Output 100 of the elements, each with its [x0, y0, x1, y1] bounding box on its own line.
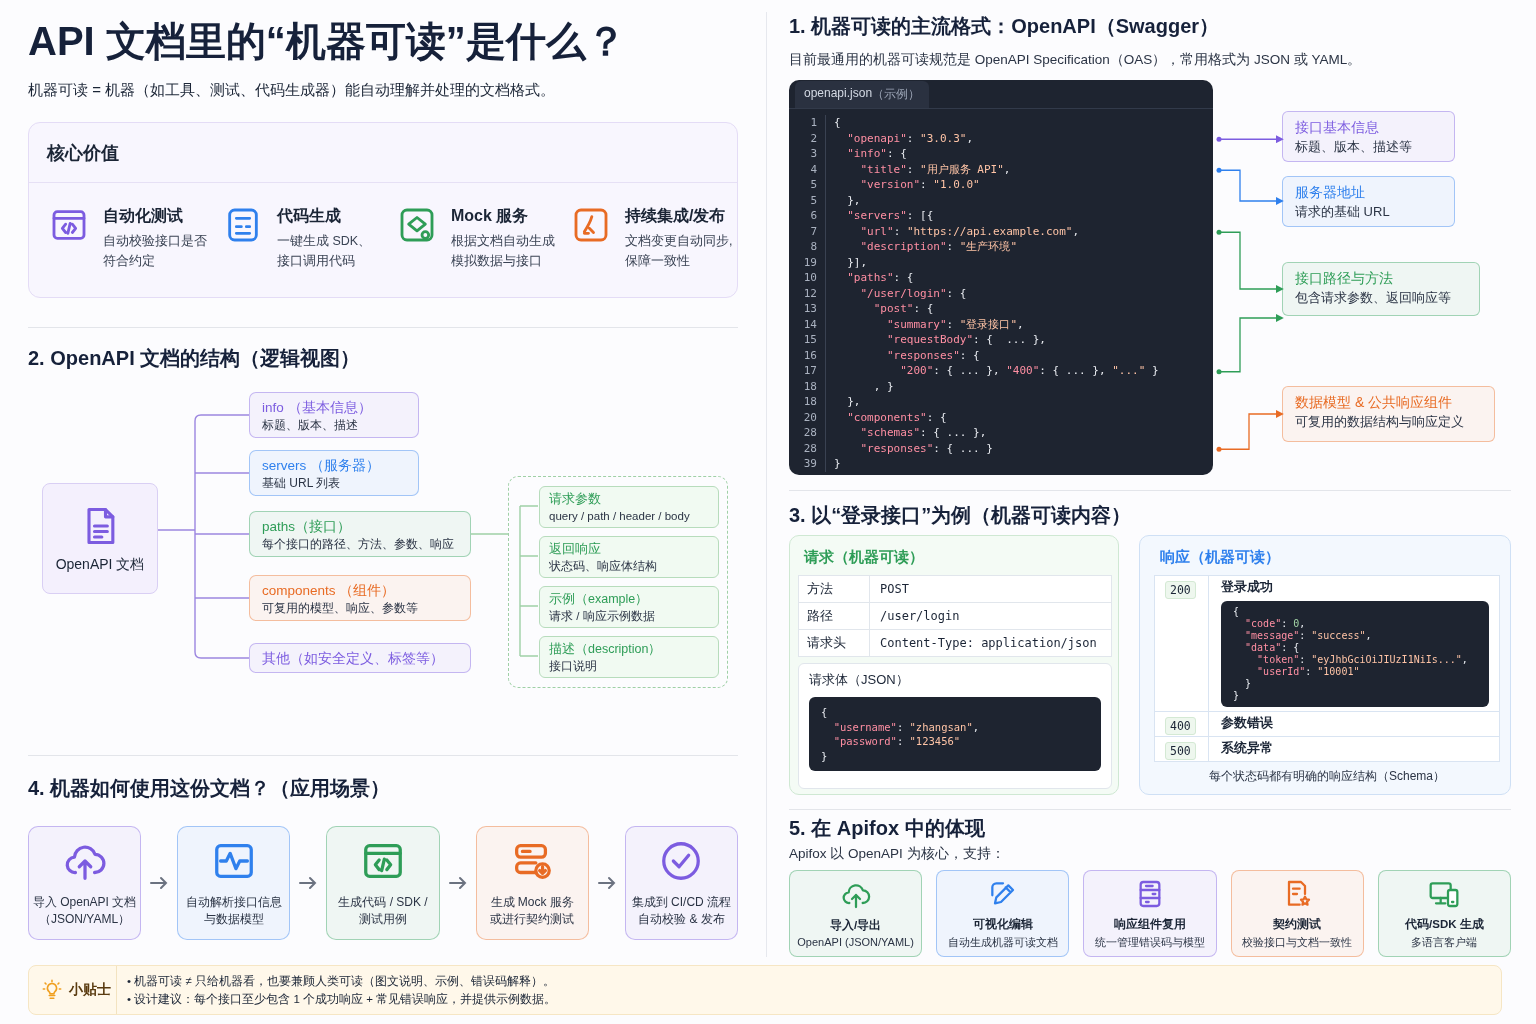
line-number: 18 [789, 394, 826, 410]
child-description: 状态码、响应体结构 [549, 559, 658, 574]
feature-description: 多语言客户端 [1411, 934, 1478, 950]
callout-description: 可复用的数据结构与响应定义 [1295, 413, 1465, 431]
line-number: 14 [789, 316, 826, 332]
code-line: "servers": [{ [846, 208, 934, 224]
section-heading: 3. 以“登录接口”为例（机器可读内容） [789, 503, 1133, 528]
code-line: "components": { [846, 409, 947, 425]
step-label: 导入 OpenAPI 文档 [32, 894, 137, 911]
child-title: 返回响应 [549, 541, 602, 558]
branch-title: info （基本信息） [262, 399, 373, 417]
child-title: 示例（example） [549, 591, 650, 608]
file-tab[interactable]: openapi.json（示例） [795, 81, 930, 108]
value-title: 代码生成 [277, 206, 342, 226]
line-number: 4 [789, 161, 826, 177]
branch-description: 可复用的模型、响应、参数等 [262, 600, 419, 617]
line-number: 19 [789, 254, 826, 270]
section-heading: 5. 在 Apifox 中的体现 [789, 816, 986, 841]
feature-description: OpenAPI (JSON/YAML) [797, 936, 914, 948]
callout-description: 包含请求参数、返回响应等 [1295, 289, 1452, 307]
step-label: 自动解析接口信息 [185, 894, 282, 911]
feature-title: 响应组件复用 [1114, 916, 1186, 932]
status-code: 200 [1165, 581, 1196, 599]
value-description: 模拟数据与接口 [451, 253, 543, 270]
code-line: } [833, 456, 841, 472]
code-line: }, [846, 192, 861, 208]
code-line: "responses": { ... } [859, 440, 993, 456]
line-number: 7 [789, 223, 826, 239]
value-title: 持续集成/发布 [625, 206, 727, 226]
line-number: 18 [789, 378, 826, 394]
field-value: POST [879, 582, 909, 596]
field-label: 方法 [799, 576, 870, 602]
lightbulb-icon [41, 979, 63, 1001]
branch-title: components （组件） [262, 582, 397, 600]
root-label: OpenAPI 文档 [55, 555, 145, 574]
response-note: 每个状态码都有明确的响应结构（Schema） [1208, 768, 1446, 784]
arrow-icon [447, 876, 468, 890]
feature-title: 代码/SDK 生成 [1405, 916, 1484, 932]
child-description: query / path / header / body [549, 509, 691, 524]
step-label: （JSON/YAML） [39, 911, 131, 928]
section-heading: 4. 机器如何使用这份文档？（应用场景） [28, 776, 392, 801]
value-description: 自动校验接口是否 [103, 233, 207, 250]
line-number: 6 [789, 208, 826, 224]
card-title: 响应（机器可读） [1160, 547, 1281, 567]
line-number: 5 [789, 177, 826, 193]
value-description: 一键生成 SDK、 [277, 233, 372, 250]
tip-text: • 机器可读 ≠ 只给机器看，也要兼顾人类可读（图文说明、示例、错误码解释）。 [126, 974, 556, 989]
code-line: { [833, 115, 841, 131]
child-description: 请求 / 响应示例数据 [549, 609, 656, 624]
line-number: 20 [789, 409, 826, 425]
leader-line [1216, 314, 1284, 375]
page-title: API 文档里的“机器可读”是什么？ [28, 18, 627, 64]
callout-title: 接口路径与方法 [1295, 269, 1394, 288]
callout-title: 服务器地址 [1295, 183, 1366, 202]
branch-description: 每个接口的路径、方法、参数、响应 [262, 536, 455, 553]
code-line: "summary": "登录接口", [886, 316, 1024, 332]
field-label: 路径 [799, 603, 870, 629]
line-number: 13 [789, 301, 826, 317]
value-description: 根据文档自动生成 [451, 233, 555, 250]
status-code: 500 [1165, 742, 1196, 760]
line-number: 15 [789, 332, 826, 348]
status-label: 参数错误 [1221, 715, 1274, 732]
code-line: "openapi": "3.0.3", [846, 130, 974, 146]
code-line: "version": "1.0.0" [859, 177, 980, 193]
code-line: , } [872, 378, 894, 394]
step-label: 或进行契约测试 [490, 911, 575, 928]
section-description: Apifox 以 OpenAPI 为核心，支持： [789, 845, 1006, 863]
section-description: 目前最通用的机器可读规范是 OpenAPI Specification（OAS），常用格式为 JSON 或 YAML。 [789, 51, 1363, 69]
arrow-icon [596, 876, 617, 890]
card-title: 请求（机器可读） [804, 547, 925, 567]
branch-description: 标题、版本、描述 [262, 417, 359, 434]
line-number: 17 [789, 363, 826, 379]
field-value: Content-Type: application/json [879, 636, 1097, 650]
feature-description: 校验接口与文档一致性 [1242, 934, 1353, 950]
line-number: 1 [789, 115, 826, 131]
feature-description: 自动生成机器可读文档 [947, 934, 1058, 950]
line-number: 12 [789, 285, 826, 301]
line-number: 28 [789, 440, 826, 456]
section-heading: 2. OpenAPI 文档的结构（逻辑视图） [28, 346, 362, 371]
step-label: 与数据模型 [203, 911, 264, 928]
line-number: 16 [789, 347, 826, 363]
code-line: "responses": { [886, 347, 980, 363]
status-label: 登录成功 [1221, 579, 1274, 596]
leader-line [1216, 135, 1284, 144]
line-number: 8 [789, 239, 826, 255]
feature-title: 导入/导出 [830, 918, 882, 933]
branch-title: servers （服务器） [262, 457, 381, 475]
code-line: "requestBody": { ... }, [886, 332, 1046, 348]
code-line: "schemas": { ... }, [859, 425, 987, 441]
line-number: 39 [789, 456, 826, 472]
feature-title: 契约测试 [1273, 916, 1322, 932]
branch-title: 其他（如安全定义、标签等） [262, 650, 445, 668]
step-label: 自动校验 & 发布 [638, 911, 725, 928]
leader-line [1216, 229, 1284, 293]
code-block: { "code": 0, "message": "success", "data": { "token": "eyJhbGciOiJIUzI1NiIs...", "userId": "10001" } } [1221, 601, 1489, 707]
line-number: 10 [789, 270, 826, 286]
code-line: "url": "https://api.example.com", [859, 223, 1080, 239]
step-label: 测试用例 [359, 911, 407, 928]
code-line: "/user/login": { [859, 285, 967, 301]
card-title: 核心价值 [47, 141, 119, 165]
